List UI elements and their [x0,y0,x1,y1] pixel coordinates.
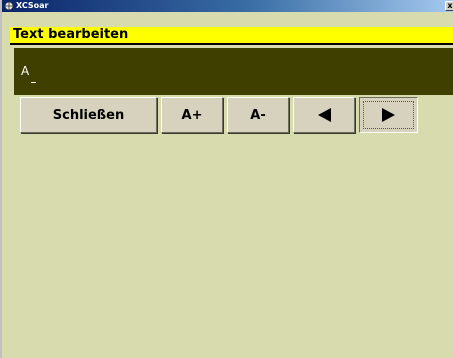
arrow-left-icon [317,108,331,122]
text-cursor [31,82,36,83]
arrow-right-icon [382,108,395,122]
font-larger-button[interactable]: A+ [161,97,223,133]
app-window: XCSoar x Text bearbeiten A Schließen A+ … [0,0,453,358]
cursor-right-button[interactable] [359,97,418,133]
window-close-button[interactable]: x [445,1,453,11]
title-bar[interactable]: XCSoar x [2,0,453,12]
cursor-left-button[interactable] [293,97,355,133]
window-title: XCSoar [16,1,49,10]
xcsoar-app-icon [4,1,14,11]
font-smaller-button[interactable]: A- [227,97,289,133]
close-dialog-button[interactable]: Schließen [20,97,157,133]
dialog-title: Text bearbeiten [10,27,453,43]
dialog-title-underline [10,43,453,45]
text-field-value: A [21,64,30,78]
font-larger-label: A+ [181,107,203,123]
font-smaller-label: A- [250,107,266,123]
close-dialog-label: Schließen [52,107,125,123]
text-edit-field[interactable]: A [14,48,453,95]
